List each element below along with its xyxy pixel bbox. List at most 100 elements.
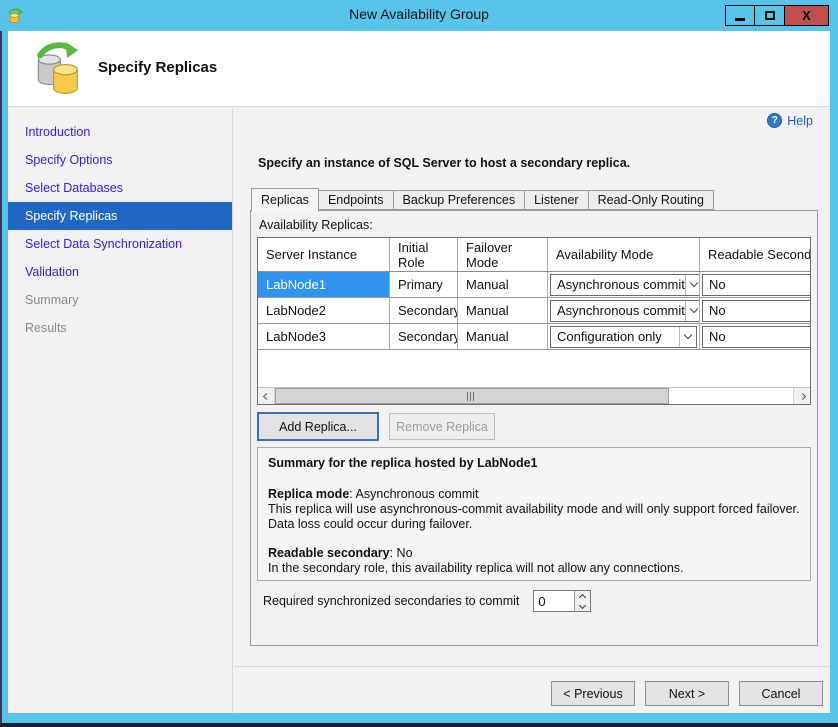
footer-divider bbox=[234, 666, 830, 667]
availability-mode-value: Asynchronous commit bbox=[551, 277, 685, 292]
readable-secondary-select[interactable]: No bbox=[702, 300, 811, 322]
grip-icon bbox=[467, 392, 476, 401]
column-header-availability-mode[interactable]: Availability Mode bbox=[548, 238, 700, 271]
column-header-initial-role[interactable]: Initial Role bbox=[390, 238, 458, 271]
readable-secondary-label: Readable secondary bbox=[268, 546, 390, 560]
sidebar-item-specify-options[interactable]: Specify Options bbox=[8, 146, 232, 174]
sidebar-item-introduction[interactable]: Introduction bbox=[8, 118, 232, 146]
scroll-left-button[interactable] bbox=[258, 388, 275, 404]
availability-mode-select[interactable]: Configuration only bbox=[550, 326, 697, 348]
availability-replicas-label: Availability Replicas: bbox=[259, 218, 373, 232]
cell-initial-role: Primary bbox=[390, 272, 458, 297]
cell-failover-mode: Manual bbox=[458, 324, 548, 349]
cell-initial-role: Secondary bbox=[390, 298, 458, 323]
replica-summary-box: Summary for the replica hosted by LabNod… bbox=[257, 447, 811, 581]
readable-secondary-value: No bbox=[703, 277, 811, 292]
readable-secondary-value: No bbox=[703, 329, 811, 344]
cell-server-instance[interactable]: LabNode1 bbox=[258, 272, 390, 297]
readable-secondary-line: Readable secondary: No bbox=[268, 546, 800, 561]
spinner-buttons bbox=[574, 591, 590, 611]
scroll-right-button[interactable] bbox=[793, 388, 810, 404]
cell-server-instance[interactable]: LabNode2 bbox=[258, 298, 390, 323]
main-content: ? Help Specify an instance of SQL Server… bbox=[234, 108, 830, 666]
scrollbar-track[interactable] bbox=[275, 388, 793, 404]
tab-listener[interactable]: Listener bbox=[524, 190, 588, 210]
remove-replica-button[interactable]: Remove Replica bbox=[389, 413, 495, 440]
wizard-footer: < Previous Next > Cancel bbox=[8, 666, 830, 713]
chevron-down-icon bbox=[579, 601, 586, 608]
sidebar-item-results: Results bbox=[8, 314, 232, 342]
availability-mode-select[interactable]: Asynchronous commit bbox=[550, 274, 700, 296]
help-link[interactable]: ? Help bbox=[767, 113, 813, 128]
table-row-labnode1[interactable]: LabNode1 Primary Manual Asynchronous com… bbox=[258, 272, 810, 298]
column-header-failover-mode[interactable]: Failover Mode bbox=[458, 238, 548, 271]
availability-replicas-grid: Server Instance Initial Role Failover Mo… bbox=[257, 237, 811, 405]
tab-replicas[interactable]: Replicas bbox=[251, 188, 319, 212]
desktop-edge-bottom bbox=[0, 723, 838, 727]
help-icon: ? bbox=[767, 113, 782, 128]
grid-header-row: Server Instance Initial Role Failover Mo… bbox=[258, 238, 810, 272]
sidebar-item-select-data-synchronization[interactable]: Select Data Synchronization bbox=[8, 230, 232, 258]
readable-secondary-value: : No bbox=[390, 546, 413, 560]
availability-mode-value: Configuration only bbox=[551, 329, 679, 344]
spinner-up-button[interactable] bbox=[575, 591, 590, 601]
table-row-labnode3[interactable]: LabNode3 Secondary Manual Configuration … bbox=[258, 324, 810, 350]
replica-mode-description: This replica will use asynchronous-commi… bbox=[268, 502, 800, 532]
close-icon: X bbox=[802, 9, 811, 22]
minimize-button[interactable] bbox=[725, 5, 755, 26]
table-row-labnode2[interactable]: LabNode2 Secondary Manual Asynchronous c… bbox=[258, 298, 810, 324]
required-secondaries-spinner[interactable]: 0 bbox=[533, 590, 591, 612]
required-secondaries-row: Required synchronized secondaries to com… bbox=[263, 590, 591, 612]
titlebar[interactable]: New Availability Group X bbox=[0, 0, 838, 31]
tab-endpoints[interactable]: Endpoints bbox=[318, 190, 394, 210]
minimize-icon bbox=[735, 18, 745, 21]
wizard-dialog: Specify Replicas Introduction Specify Op… bbox=[8, 31, 830, 713]
readable-secondary-description: In the secondary role, this availability… bbox=[268, 561, 800, 576]
sidebar-item-summary: Summary bbox=[8, 286, 232, 314]
replica-mode-value: : Asynchronous commit bbox=[349, 487, 478, 501]
wizard-header: Specify Replicas bbox=[8, 31, 830, 107]
readable-secondary-select[interactable]: No bbox=[702, 326, 811, 348]
chevron-down-icon[interactable] bbox=[679, 327, 696, 347]
desktop-edge-left bbox=[0, 31, 2, 727]
column-header-readable-secondary[interactable]: Readable Secondary bbox=[700, 238, 811, 271]
sidebar-item-validation[interactable]: Validation bbox=[8, 258, 232, 286]
horizontal-scrollbar[interactable] bbox=[258, 387, 810, 404]
replica-databases-icon bbox=[30, 39, 84, 97]
close-button[interactable]: X bbox=[785, 5, 829, 26]
readable-secondary-value: No bbox=[703, 303, 811, 318]
chevron-right-icon bbox=[798, 392, 805, 399]
availability-mode-select[interactable]: Asynchronous commit bbox=[550, 300, 700, 322]
instruction-text: Specify an instance of SQL Server to hos… bbox=[258, 156, 630, 170]
cancel-button[interactable]: Cancel bbox=[739, 681, 823, 706]
readable-secondary-select[interactable]: No bbox=[702, 274, 811, 296]
tab-backup-preferences[interactable]: Backup Preferences bbox=[393, 190, 526, 210]
cell-server-instance[interactable]: LabNode3 bbox=[258, 324, 390, 349]
window-controls: X bbox=[725, 5, 829, 26]
page-title: Specify Replicas bbox=[98, 59, 217, 76]
new-availability-group-window: New Availability Group X Specify Repli bbox=[0, 0, 838, 727]
scrollbar-thumb[interactable] bbox=[275, 388, 669, 404]
chevron-down-icon[interactable] bbox=[685, 275, 700, 295]
previous-button[interactable]: < Previous bbox=[551, 681, 635, 706]
maximize-button[interactable] bbox=[755, 5, 785, 26]
tab-read-only-routing[interactable]: Read-Only Routing bbox=[588, 190, 714, 210]
column-header-server-instance[interactable]: Server Instance bbox=[258, 238, 390, 271]
footer-buttons: < Previous Next > Cancel bbox=[551, 681, 823, 706]
chevron-up-icon bbox=[579, 594, 586, 601]
help-label: Help bbox=[787, 114, 813, 128]
add-replica-button[interactable]: Add Replica... bbox=[257, 412, 379, 441]
chevron-left-icon bbox=[262, 392, 269, 399]
cell-failover-mode: Manual bbox=[458, 272, 548, 297]
chevron-down-icon[interactable] bbox=[685, 301, 700, 321]
cell-initial-role: Secondary bbox=[390, 324, 458, 349]
spinner-value[interactable]: 0 bbox=[534, 591, 574, 611]
sidebar-item-specify-replicas[interactable]: Specify Replicas bbox=[8, 202, 232, 230]
tab-strip: Replicas Endpoints Backup Preferences Li… bbox=[251, 188, 713, 210]
replicas-tab-panel: Availability Replicas: Server Instance I… bbox=[250, 210, 818, 646]
cell-failover-mode: Manual bbox=[458, 298, 548, 323]
spinner-down-button[interactable] bbox=[575, 601, 590, 611]
required-secondaries-label: Required synchronized secondaries to com… bbox=[263, 594, 519, 608]
next-button[interactable]: Next > bbox=[645, 681, 729, 706]
sidebar-item-select-databases[interactable]: Select Databases bbox=[8, 174, 232, 202]
